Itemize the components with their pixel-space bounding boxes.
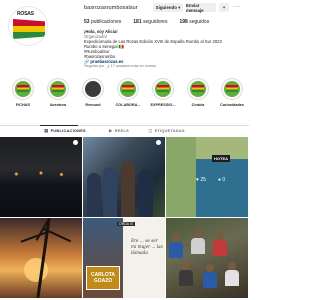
highlight-label: EXPRESSIO... — [150, 103, 176, 107]
highlight-cover — [221, 78, 243, 100]
tab-active-indicator — [40, 125, 78, 126]
highlight-curiosidades[interactable]: Curiosidades — [218, 78, 246, 107]
city-lights — [0, 169, 82, 179]
suggested-button[interactable]: + — [219, 3, 229, 12]
highlight-remund[interactable]: Remund — [79, 78, 107, 107]
tag-icon: ◫ — [148, 128, 153, 133]
handwritten-text: Ere ... se ser mi mujer ... las llamada — [131, 238, 163, 255]
post-tag: ORDA IX — [117, 222, 136, 226]
highlight-cover — [117, 78, 139, 100]
person-head — [216, 232, 224, 240]
tab-label: PUBLICACIONES — [50, 129, 86, 133]
name-plate: CARLOTA GOAZO — [86, 266, 120, 290]
highlight-cover — [12, 78, 34, 100]
person-body — [191, 238, 205, 254]
post-thumbnail[interactable] — [166, 218, 248, 298]
post-thumbnail[interactable] — [0, 137, 82, 217]
tab-label: ETIQUETADAS — [154, 129, 185, 133]
person-head — [206, 264, 214, 272]
stat-following[interactable]: 198 seguidos — [179, 19, 209, 25]
multi-post-icon — [73, 140, 78, 145]
post-thumbnail[interactable] — [0, 218, 82, 298]
story-highlights: FICHAS Aventura Remund COLABORA... EXPRE… — [0, 78, 249, 112]
post-thumbnail[interactable]: HOTEA ♥ 25 ● 0 — [166, 137, 248, 217]
person-head — [182, 262, 190, 270]
profile-avatar[interactable]: ROSAS — [8, 6, 48, 46]
person-figure — [139, 169, 153, 217]
person-add-icon: + — [222, 5, 226, 10]
tab-posts[interactable]: ▦ PUBLICACIONES — [44, 128, 86, 134]
person-figure — [87, 173, 101, 217]
profile-bio: ¡Hola, soy Alicia! Organizador Expedicio… — [84, 29, 244, 64]
highlight-aventura[interactable]: Aventura — [44, 78, 72, 107]
tabs-divider — [0, 125, 249, 126]
highlight-cover — [47, 78, 69, 100]
person-body — [203, 272, 217, 288]
message-button[interactable]: Enviar mensaje — [186, 3, 216, 13]
person-body — [179, 270, 193, 286]
likes-count: ♥ 25 — [196, 177, 206, 183]
person-head — [172, 234, 180, 242]
posts-grid: HOTEA ♥ 25 ● 0 ORDA IX CARLOTA GOAZO Ere… — [0, 137, 249, 300]
tab-label: REELS — [114, 129, 129, 133]
followed-by-text[interactable]: Seguido por _y 17 usuarios más en común — [84, 64, 156, 68]
comments-count: ● 0 — [218, 177, 226, 183]
following-button[interactable]: Siguiendo ▾ — [153, 3, 183, 12]
person-body — [225, 270, 239, 286]
highlight-label: FICHAS — [15, 103, 31, 107]
grid-icon: ▦ — [44, 128, 49, 133]
profile-username: basrozasrumbosalsur — [84, 5, 138, 11]
multi-post-icon — [156, 140, 161, 145]
highlight-label: Curiosidades — [219, 103, 245, 107]
person-body — [169, 242, 183, 258]
more-options-icon[interactable]: ··· — [233, 4, 241, 10]
highlight-cintela[interactable]: Cintela — [184, 78, 212, 107]
highlight-expressio[interactable]: EXPRESSIO... — [149, 78, 177, 107]
person-figure — [121, 161, 135, 217]
highlight-colabora[interactable]: COLABORA... — [114, 78, 142, 107]
flag-icon — [13, 19, 45, 39]
map-land — [166, 137, 196, 217]
person-figure — [103, 167, 117, 217]
plate-line: GOAZO — [93, 278, 113, 284]
tab-reels[interactable]: ▶ REELS — [109, 128, 129, 134]
person-body — [213, 240, 227, 256]
highlight-label: COLABORA... — [115, 103, 141, 107]
highlight-label: Aventura — [49, 103, 67, 107]
post-thumbnail[interactable] — [83, 137, 165, 217]
avatar-logo-text: ROSAS — [17, 11, 34, 17]
highlight-cover — [152, 78, 174, 100]
person-head — [194, 230, 202, 238]
reels-icon: ▶ — [109, 128, 113, 133]
tab-tagged[interactable]: ◫ ETIQUETADAS — [148, 128, 185, 134]
profile-stats: 53 publicaciones 181 seguidores 198 segu… — [84, 19, 209, 25]
highlight-fichas[interactable]: FICHAS — [9, 78, 37, 107]
map-label: HOTEA — [212, 155, 230, 162]
highlight-label: Remund — [85, 103, 101, 107]
post-thumbnail[interactable]: ORDA IX CARLOTA GOAZO Ere ... se ser mi … — [83, 218, 165, 298]
highlight-label: Cintela — [191, 103, 205, 107]
highlight-cover — [82, 78, 104, 100]
highlight-cover — [187, 78, 209, 100]
person-head — [228, 262, 236, 270]
stat-posts[interactable]: 53 publicaciones — [84, 19, 121, 25]
stat-followers[interactable]: 181 seguidores — [133, 19, 167, 25]
